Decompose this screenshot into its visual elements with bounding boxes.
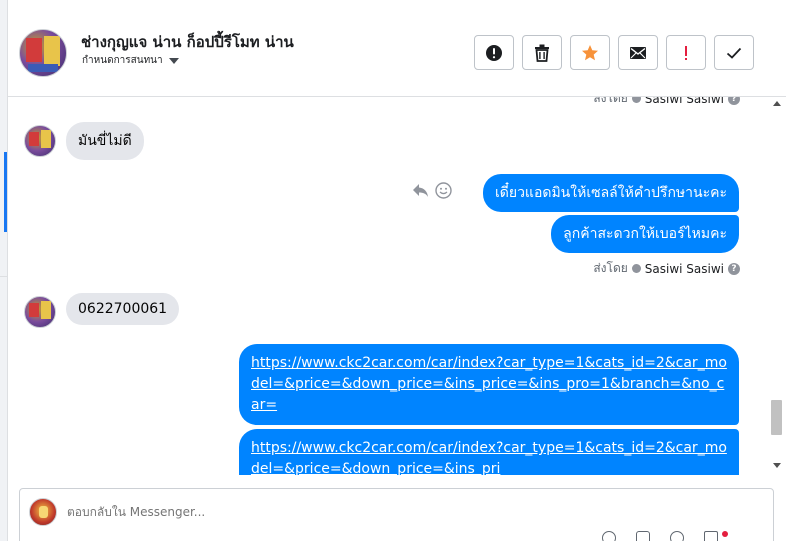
exclamation-circle-icon xyxy=(486,44,502,61)
emoji-icon[interactable] xyxy=(670,531,684,541)
subtitle-label: กำหนดการสนทนา xyxy=(82,55,163,66)
composer-avatar xyxy=(29,498,57,526)
star-button[interactable] xyxy=(570,35,610,70)
spam-button[interactable] xyxy=(474,35,514,70)
message-link[interactable]: https://www.ckc2car.com/car/index?car_ty… xyxy=(251,353,727,416)
reply-composer xyxy=(19,488,774,541)
scroll-thumb[interactable] xyxy=(771,400,782,435)
exclamation-icon xyxy=(685,45,687,60)
left-panel-edge xyxy=(0,0,8,541)
composer-tools xyxy=(602,531,718,541)
schedule-dropdown[interactable]: กำหนดการสนทนา xyxy=(82,53,179,68)
reply-icon[interactable] xyxy=(412,183,429,198)
emoji-icon[interactable] xyxy=(435,182,452,199)
reply-input[interactable] xyxy=(67,505,707,519)
outgoing-message: ลูกค้าสะดวกให้เบอร์ไหมคะ xyxy=(551,215,739,253)
help-icon[interactable]: ? xyxy=(728,97,740,105)
mark-unread-button[interactable] xyxy=(618,35,658,70)
page-avatar[interactable] xyxy=(19,29,67,77)
message-tools xyxy=(412,182,452,199)
delete-button[interactable] xyxy=(522,35,562,70)
scroll-down-arrow-icon[interactable] xyxy=(773,463,781,468)
tag-icon[interactable] xyxy=(704,531,718,541)
star-icon xyxy=(582,44,598,60)
follow-up-button[interactable] xyxy=(666,35,706,70)
done-button[interactable] xyxy=(714,35,754,70)
incoming-message: 0622700061 xyxy=(66,293,180,325)
conversation-header: ช่างกุญแจ น่าน ก็อปปี้รีโมท น่าน กำหนดกา… xyxy=(8,0,786,97)
sent-by-row: ส่งโดย Sasiwi Sasiwi ? xyxy=(593,97,740,108)
sender-avatar[interactable] xyxy=(24,296,56,328)
notification-dot xyxy=(722,531,728,537)
thread-scrollbar[interactable] xyxy=(768,97,786,475)
sender-name[interactable]: Sasiwi Sasiwi xyxy=(645,262,724,276)
envelope-icon xyxy=(630,46,646,59)
outgoing-link-message: https://www.ckc2car.com/car/index?car_ty… xyxy=(239,344,739,425)
sender-avatar[interactable] xyxy=(24,125,56,157)
check-circle-icon xyxy=(631,264,641,273)
left-divider xyxy=(0,276,8,277)
attach-icon[interactable] xyxy=(636,531,650,541)
scroll-up-arrow-icon[interactable] xyxy=(773,101,781,106)
trash-icon xyxy=(535,44,549,62)
sender-name[interactable]: Sasiwi Sasiwi xyxy=(645,97,724,106)
sent-by-row: ส่งโดย Sasiwi Sasiwi ? xyxy=(593,259,740,278)
message-link[interactable]: https://www.ckc2car.com/car/index?car_ty… xyxy=(251,438,727,475)
help-circle-icon[interactable] xyxy=(602,531,616,541)
message-thread[interactable]: ส่งโดย Sasiwi Sasiwi ? มันขี่ไม่ดี เดี๋ย… xyxy=(8,97,768,475)
check-circle-icon xyxy=(631,97,641,103)
caret-down-icon xyxy=(168,57,179,64)
selected-indicator xyxy=(4,152,7,232)
header-actions xyxy=(474,35,754,70)
outgoing-message: เดี๋ยวแอดมินให้เซลล์ให้คำปรึกษานะคะ xyxy=(482,174,739,212)
check-icon xyxy=(726,47,742,59)
help-icon[interactable]: ? xyxy=(728,262,740,275)
page-name[interactable]: ช่างกุญแจ น่าน ก็อปปี้รีโมท น่าน xyxy=(81,30,294,54)
incoming-message: มันขี่ไม่ดี xyxy=(66,122,144,160)
outgoing-link-message: https://www.ckc2car.com/car/index?car_ty… xyxy=(239,429,739,475)
